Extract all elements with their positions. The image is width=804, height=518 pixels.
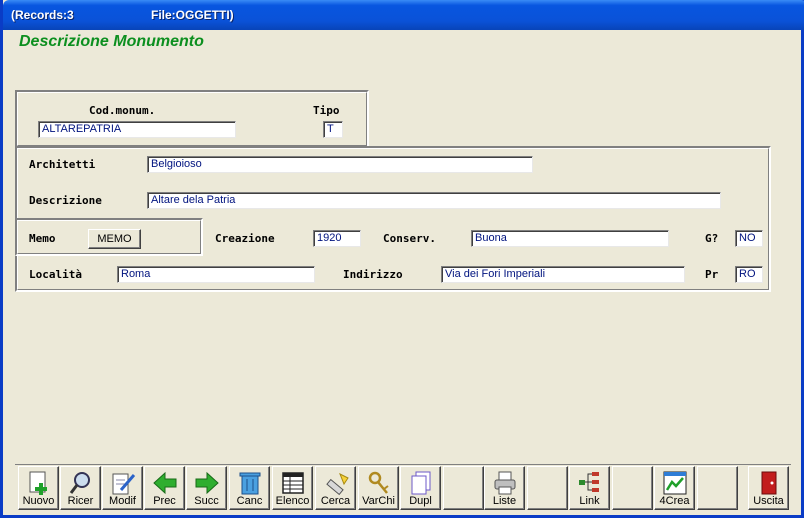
- architetti-field[interactable]: Belgioioso: [147, 156, 533, 173]
- architetti-label: Architetti: [29, 158, 96, 171]
- memo-label: Memo: [29, 232, 56, 245]
- ricer-button[interactable]: Ricer: [60, 466, 101, 510]
- canc-label: Canc: [236, 495, 263, 507]
- empty-button-1[interactable]: [443, 466, 484, 510]
- elenco-button[interactable]: Elenco: [272, 466, 313, 510]
- empty-button-4[interactable]: [697, 466, 738, 510]
- title-bar[interactable]: (Records:3 File:OGGETTI): [3, 0, 804, 30]
- modif-label: Modif: [109, 495, 136, 507]
- localita-label: Località: [29, 268, 82, 281]
- tipo-field[interactable]: T: [323, 121, 343, 138]
- cerca-label: Cerca: [320, 495, 351, 507]
- indirizzo-field[interactable]: Via dei Fori Imperiali: [441, 266, 685, 283]
- creazione-label: Creazione: [215, 232, 275, 245]
- app-window: (Records:3 File:OGGETTI) Descrizione Mon…: [0, 0, 804, 518]
- cod-monum-label: Cod.monum.: [89, 104, 156, 117]
- uscita-button[interactable]: Uscita: [748, 466, 789, 510]
- pr-field[interactable]: RO: [735, 266, 763, 283]
- records-count: (Records:3: [11, 8, 74, 22]
- magnifier-icon: [69, 472, 90, 494]
- crea-button[interactable]: 4Crea: [654, 466, 695, 510]
- nuovo-label: Nuovo: [22, 495, 55, 507]
- dupl-button[interactable]: Dupl: [400, 466, 441, 510]
- link-label: Link: [579, 495, 600, 507]
- succ-label: Succ: [194, 495, 219, 507]
- empty-button-3[interactable]: [612, 466, 653, 510]
- cerca-button[interactable]: Cerca: [315, 466, 356, 510]
- creazione-field[interactable]: 1920: [313, 230, 361, 247]
- printer-icon: [494, 471, 515, 495]
- code-panel: [15, 90, 369, 148]
- file-name: File:OGGETTI): [151, 8, 234, 22]
- table-list-icon: [281, 472, 304, 494]
- chart-create-icon: [663, 471, 686, 495]
- liste-button[interactable]: Liste: [484, 466, 525, 510]
- varchi-label: VarChi: [362, 495, 395, 507]
- flashlight-icon: [325, 472, 349, 496]
- duplicate-icon: [411, 471, 430, 495]
- localita-field[interactable]: Roma: [117, 266, 315, 283]
- link-button[interactable]: Link: [569, 466, 610, 510]
- liste-label: Liste: [492, 495, 517, 507]
- varchi-button[interactable]: VarChi: [358, 466, 399, 510]
- g-label: G?: [705, 232, 719, 245]
- modif-button[interactable]: Modif: [102, 466, 143, 510]
- prec-label: Prec: [153, 495, 176, 507]
- cod-monum-field[interactable]: ALTAREPATRIA: [38, 121, 236, 138]
- ricer-label: Ricer: [67, 495, 94, 507]
- pr-label: Pr: [705, 268, 719, 281]
- succ-button[interactable]: Succ: [186, 466, 227, 510]
- new-document-icon: [29, 471, 47, 495]
- conserv-field[interactable]: Buona: [471, 230, 669, 247]
- edit-document-icon: [112, 473, 135, 495]
- uscita-label: Uscita: [753, 495, 784, 507]
- elenco-label: Elenco: [275, 495, 310, 507]
- descrizione-label: Descrizione: [29, 194, 102, 207]
- crea-label: 4Crea: [659, 495, 690, 507]
- exit-door-icon: [761, 471, 776, 495]
- conserv-label: Conserv.: [383, 232, 436, 245]
- tree-link-icon: [578, 472, 599, 492]
- arrow-right-icon: [195, 471, 219, 495]
- memo-button[interactable]: MEMO: [88, 229, 141, 249]
- form-title: Descrizione Monumento: [19, 33, 204, 50]
- empty-button-2[interactable]: [527, 466, 568, 510]
- keys-icon: [368, 471, 389, 494]
- arrow-left-icon: [152, 471, 176, 495]
- dupl-label: Dupl: [409, 495, 432, 507]
- canc-button[interactable]: Canc: [229, 466, 270, 510]
- nuovo-button[interactable]: Nuovo: [18, 466, 59, 510]
- tipo-label: Tipo: [313, 104, 340, 117]
- indirizzo-label: Indirizzo: [343, 268, 403, 281]
- g-field[interactable]: NO: [735, 230, 763, 247]
- trash-icon: [239, 472, 260, 495]
- prec-button[interactable]: Prec: [144, 466, 185, 510]
- descrizione-field[interactable]: Altare dela Patria: [147, 192, 721, 209]
